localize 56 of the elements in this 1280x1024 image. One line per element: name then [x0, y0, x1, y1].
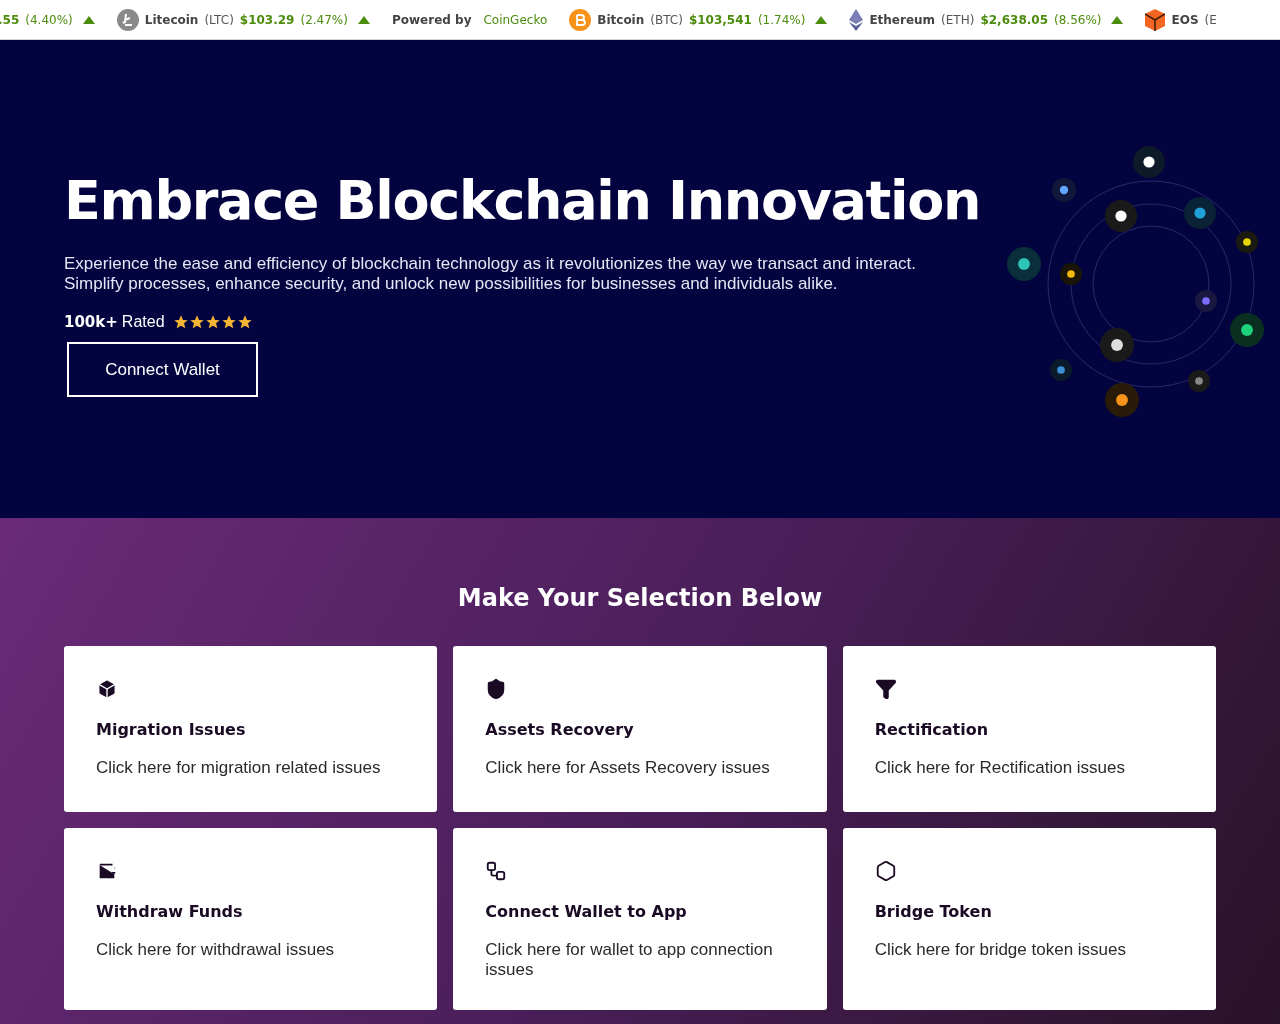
hero-title: Embrace Blockchain Innovation — [64, 170, 981, 231]
coin-symbol: (E — [1204, 11, 1217, 29]
coin-price: $103.29 — [239, 11, 295, 29]
powered-by-label: Powered by — [391, 11, 472, 29]
card-description: Click here for migration related issues — [96, 758, 382, 778]
card-title: Assets Recovery — [485, 719, 635, 741]
hexagon-icon — [874, 860, 897, 882]
hero-description: Experience the ease and efficiency of blockchain technology as it revolutionizes the way we transact and interact. Simplify processes, enhance security, and unlock new possibilities for businesses and individuals alike. — [64, 254, 918, 295]
option-card[interactable]: Bridge Token Click here for bridge token issues — [842, 828, 1216, 1010]
card-description: Click here for bridge token issues — [874, 940, 1127, 960]
coin-icon — [569, 8, 592, 31]
connect-wallet-button[interactable]: Connect Wallet — [67, 342, 258, 398]
option-card[interactable]: Rectification Click here for Rectification issues — [842, 646, 1216, 812]
star-icon — [172, 314, 189, 331]
coin-icon — [116, 8, 139, 31]
card-title: Withdraw Funds — [96, 901, 244, 923]
coin-price: $2,638.05 — [980, 11, 1048, 29]
card-title: Bridge Token — [874, 901, 993, 923]
card-description: Click here for withdrawal issues — [96, 940, 336, 960]
card-title: Rectification — [874, 719, 990, 741]
card-title: Migration Issues — [96, 719, 247, 741]
rating-label: Rated — [121, 312, 165, 333]
star-icon — [188, 314, 205, 331]
funnel-icon — [874, 678, 897, 700]
section-heading: Make Your Selection Below — [456, 583, 824, 614]
coin-price: .55 — [0, 11, 20, 29]
coin-change: (1.74%) — [757, 11, 806, 29]
coin-symbol: (ETH) — [941, 11, 975, 29]
coin-change: (8.56%) — [1054, 11, 1102, 29]
card-description: Click here for Rectification issues — [874, 758, 1127, 778]
card-description: Click here for wallet to app connection issues — [485, 940, 774, 980]
coin-symbol: (BTC) — [650, 11, 683, 29]
rating-count: 100k+ — [64, 311, 118, 333]
coingecko-link[interactable]: CoinGecko — [483, 10, 548, 29]
coin-change: (2.47%) — [300, 11, 348, 29]
coin-name: Bitcoin — [597, 11, 645, 29]
network-icon — [485, 860, 508, 882]
coin-name: Ethereum — [869, 11, 936, 29]
card-description: Click here for Assets Recovery issues — [485, 758, 771, 778]
coin-name: Litecoin — [144, 11, 199, 29]
diamond-icon — [849, 8, 864, 31]
cube-icon — [1145, 8, 1166, 31]
option-card[interactable]: Connect Wallet to App Click here for wallet to app connection issues — [453, 828, 827, 1010]
card-title: Connect Wallet to App — [485, 901, 688, 923]
cube-icon — [96, 678, 118, 700]
star-icon — [204, 314, 221, 331]
coin-symbol: (LTC) — [204, 11, 234, 29]
option-card[interactable]: Migration Issues Click here for migration related issues — [64, 646, 438, 812]
coin-change: (4.40%) — [25, 11, 73, 29]
option-card[interactable]: Assets Recovery Click here for Assets Recovery issues — [453, 646, 827, 812]
star-icon — [236, 314, 253, 331]
wallet-icon — [96, 860, 118, 882]
star-icon — [220, 314, 237, 331]
coin-price: $103,541 — [688, 11, 752, 29]
option-card[interactable]: Withdraw Funds Click here for withdrawal issues — [64, 828, 438, 1010]
coin-name: EOS — [1171, 11, 1199, 29]
